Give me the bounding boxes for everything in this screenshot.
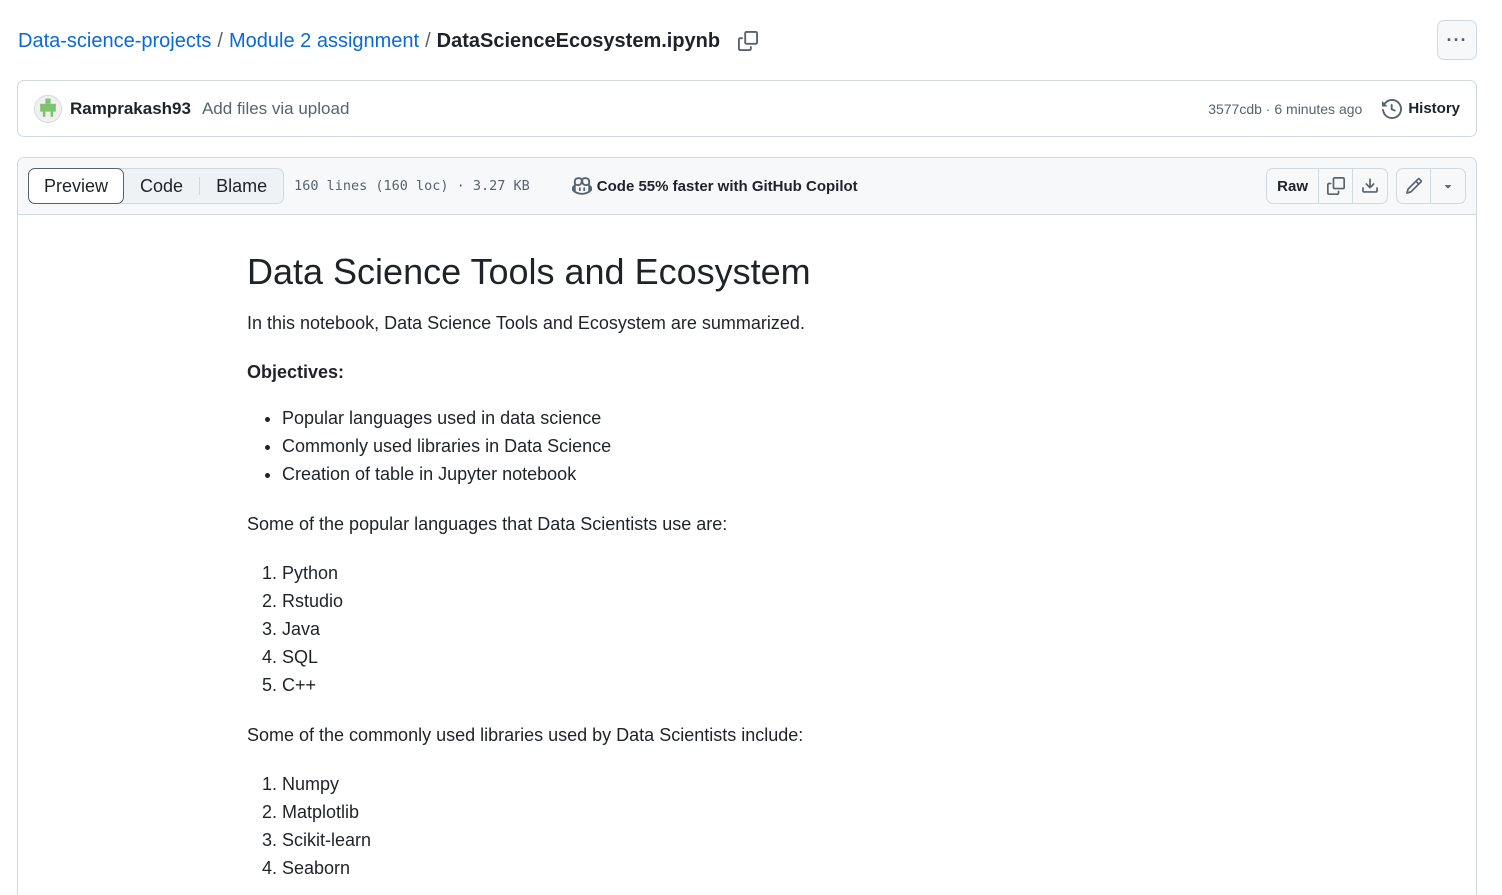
triangle-down-icon [1444, 185, 1452, 189]
list-item: Java [282, 615, 1247, 643]
breadcrumb-folder-link[interactable]: Module 2 assignment [229, 30, 419, 53]
list-item: Seaborn [282, 854, 1247, 882]
download-button[interactable] [1353, 169, 1387, 203]
edit-actions-group [1396, 168, 1466, 204]
file-stats: 160 lines (160 loc) · 3.27 KB [294, 178, 530, 194]
history-button[interactable]: History [1382, 98, 1460, 119]
download-icon [1362, 178, 1378, 193]
notebook-title: Data Science Tools and Ecosystem [247, 251, 811, 292]
copilot-icon [571, 177, 592, 195]
list-item: Commonly used libraries in Data Science [282, 432, 1247, 460]
list-item: Rstudio [282, 587, 1247, 615]
libraries-intro: Some of the commonly used libraries used… [247, 725, 804, 745]
view-mode-switch: Preview Code Blame [28, 168, 285, 204]
list-item: Numpy [282, 770, 1247, 798]
list-item: Matplotlib [282, 798, 1247, 826]
kebab-horizontal-icon: ··· [1446, 29, 1468, 50]
commit-hash-time[interactable]: 3577cdb · 6 minutes ago [1208, 101, 1362, 117]
pencil-icon [1405, 178, 1422, 194]
libraries-list: Numpy Matplotlib Scikit-learn Seaborn [247, 770, 1247, 882]
breadcrumb-separator: / [217, 29, 223, 52]
copy-path-button[interactable] [736, 29, 760, 53]
notebook-preview: Data Science Tools and Ecosystem In this… [247, 248, 1247, 895]
tab-preview[interactable]: Preview [28, 168, 125, 204]
identicon-icon [35, 95, 61, 122]
copy-raw-button[interactable] [1319, 169, 1353, 203]
raw-actions-group: Raw [1266, 168, 1388, 204]
list-item: C++ [282, 671, 1247, 699]
list-item: Python [282, 559, 1247, 587]
commit-message[interactable]: Add files via upload [202, 99, 349, 119]
copilot-promo-link[interactable]: Code 55% faster with GitHub Copilot [571, 176, 858, 196]
list-item: Popular languages used in data science [282, 404, 1247, 432]
languages-list: Python Rstudio Java SQL C++ [247, 559, 1247, 699]
breadcrumb: Data-science-projects / Module 2 assignm… [18, 27, 760, 55]
notebook-intro: In this notebook, Data Science Tools and… [247, 313, 805, 333]
more-options-button[interactable]: ··· [1437, 20, 1477, 60]
breadcrumb-file-name: DataScienceEcosystem.ipynb [436, 29, 721, 52]
history-icon [1382, 98, 1403, 119]
commit-author[interactable]: Ramprakash93 [70, 99, 191, 119]
objectives-list: Popular languages used in data science C… [247, 404, 1247, 488]
breadcrumb-separator: / [425, 29, 431, 52]
list-item: Creation of table in Jupyter notebook [282, 460, 1247, 488]
latest-commit-bar: Ramprakash93 Add files via upload 3577cd… [17, 80, 1477, 137]
tab-code[interactable]: Code [124, 168, 199, 204]
file-header: Preview Code Blame 160 lines (160 loc) ·… [18, 158, 1476, 215]
edit-options-dropdown[interactable] [1431, 169, 1465, 203]
objectives-heading: Objectives: [247, 362, 345, 382]
history-label: History [1408, 100, 1460, 117]
file-viewer: Preview Code Blame 160 lines (160 loc) ·… [17, 157, 1477, 895]
tab-blame[interactable]: Blame [200, 168, 283, 204]
copy-icon [738, 31, 759, 51]
list-item: Scikit-learn [282, 826, 1247, 854]
raw-button[interactable]: Raw [1267, 169, 1319, 203]
list-item: SQL [282, 643, 1247, 671]
copy-icon [1326, 177, 1345, 195]
avatar[interactable] [34, 94, 62, 123]
edit-file-button[interactable] [1397, 169, 1431, 203]
languages-intro: Some of the popular languages that Data … [247, 514, 728, 534]
copilot-promo-text: Code 55% faster with GitHub Copilot [596, 177, 858, 195]
breadcrumb-repo-link[interactable]: Data-science-projects [18, 30, 211, 53]
